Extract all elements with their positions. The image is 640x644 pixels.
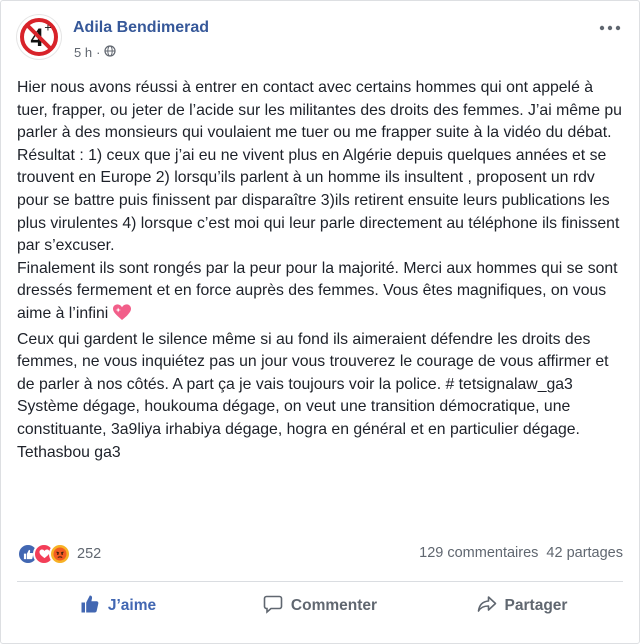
comment-icon xyxy=(263,594,283,619)
more-options-icon[interactable] xyxy=(597,21,623,35)
share-icon xyxy=(477,594,497,619)
angry-icon xyxy=(49,543,71,565)
paragraph-2-text: Finalement ils sont rongés par la peur p… xyxy=(17,259,618,322)
like-label: J’aime xyxy=(107,597,157,614)
comment-button[interactable]: Commenter xyxy=(219,588,421,624)
post-stats: 252 129 commentaires 42 partages xyxy=(17,541,623,569)
comment-label: Commenter xyxy=(290,597,378,614)
globe-icon[interactable] xyxy=(104,45,117,60)
share-label: Partager xyxy=(504,597,568,614)
avatar[interactable]: 4 + xyxy=(17,15,61,59)
post-paragraph-3: Ceux qui gardent le silence même si au f… xyxy=(17,330,609,393)
meta-separator: · xyxy=(96,45,101,60)
post-body: Hier nous avons réussi à entrer en conta… xyxy=(17,77,625,464)
no-sign-logo: 4 + xyxy=(20,18,58,56)
sparkling-heart-icon xyxy=(112,304,131,329)
facebook-post: 4 + Adila Bendimerad 5 h · xyxy=(0,0,640,644)
reactions-summary[interactable]: 252 xyxy=(17,543,101,565)
avatar-plus: + xyxy=(44,20,51,35)
divider xyxy=(17,581,623,582)
post-header: 4 + Adila Bendimerad 5 h · xyxy=(17,15,623,65)
post-actions: J’aime Commenter Partager xyxy=(17,584,623,628)
shares-count[interactable]: 42 partages xyxy=(546,545,623,561)
engagement-counts: 129 commentaires 42 partages xyxy=(419,545,623,561)
post-paragraph-1: Hier nous avons réussi à entrer en conta… xyxy=(17,79,622,255)
like-button[interactable]: J’aime xyxy=(17,588,219,624)
post-timestamp[interactable]: 5 h xyxy=(74,45,92,60)
post-meta: 5 h · xyxy=(74,45,117,60)
reaction-count[interactable]: 252 xyxy=(77,546,101,562)
author-name[interactable]: Adila Bendimerad xyxy=(73,19,209,37)
share-button[interactable]: Partager xyxy=(421,588,623,624)
comments-count[interactable]: 129 commentaires xyxy=(419,545,538,561)
post-paragraph-2: Finalement ils sont rongés par la peur p… xyxy=(17,258,625,329)
thumbs-up-icon xyxy=(80,594,100,619)
post-paragraph-4: Système dégage, houkouma dégage, on veut… xyxy=(17,398,580,461)
